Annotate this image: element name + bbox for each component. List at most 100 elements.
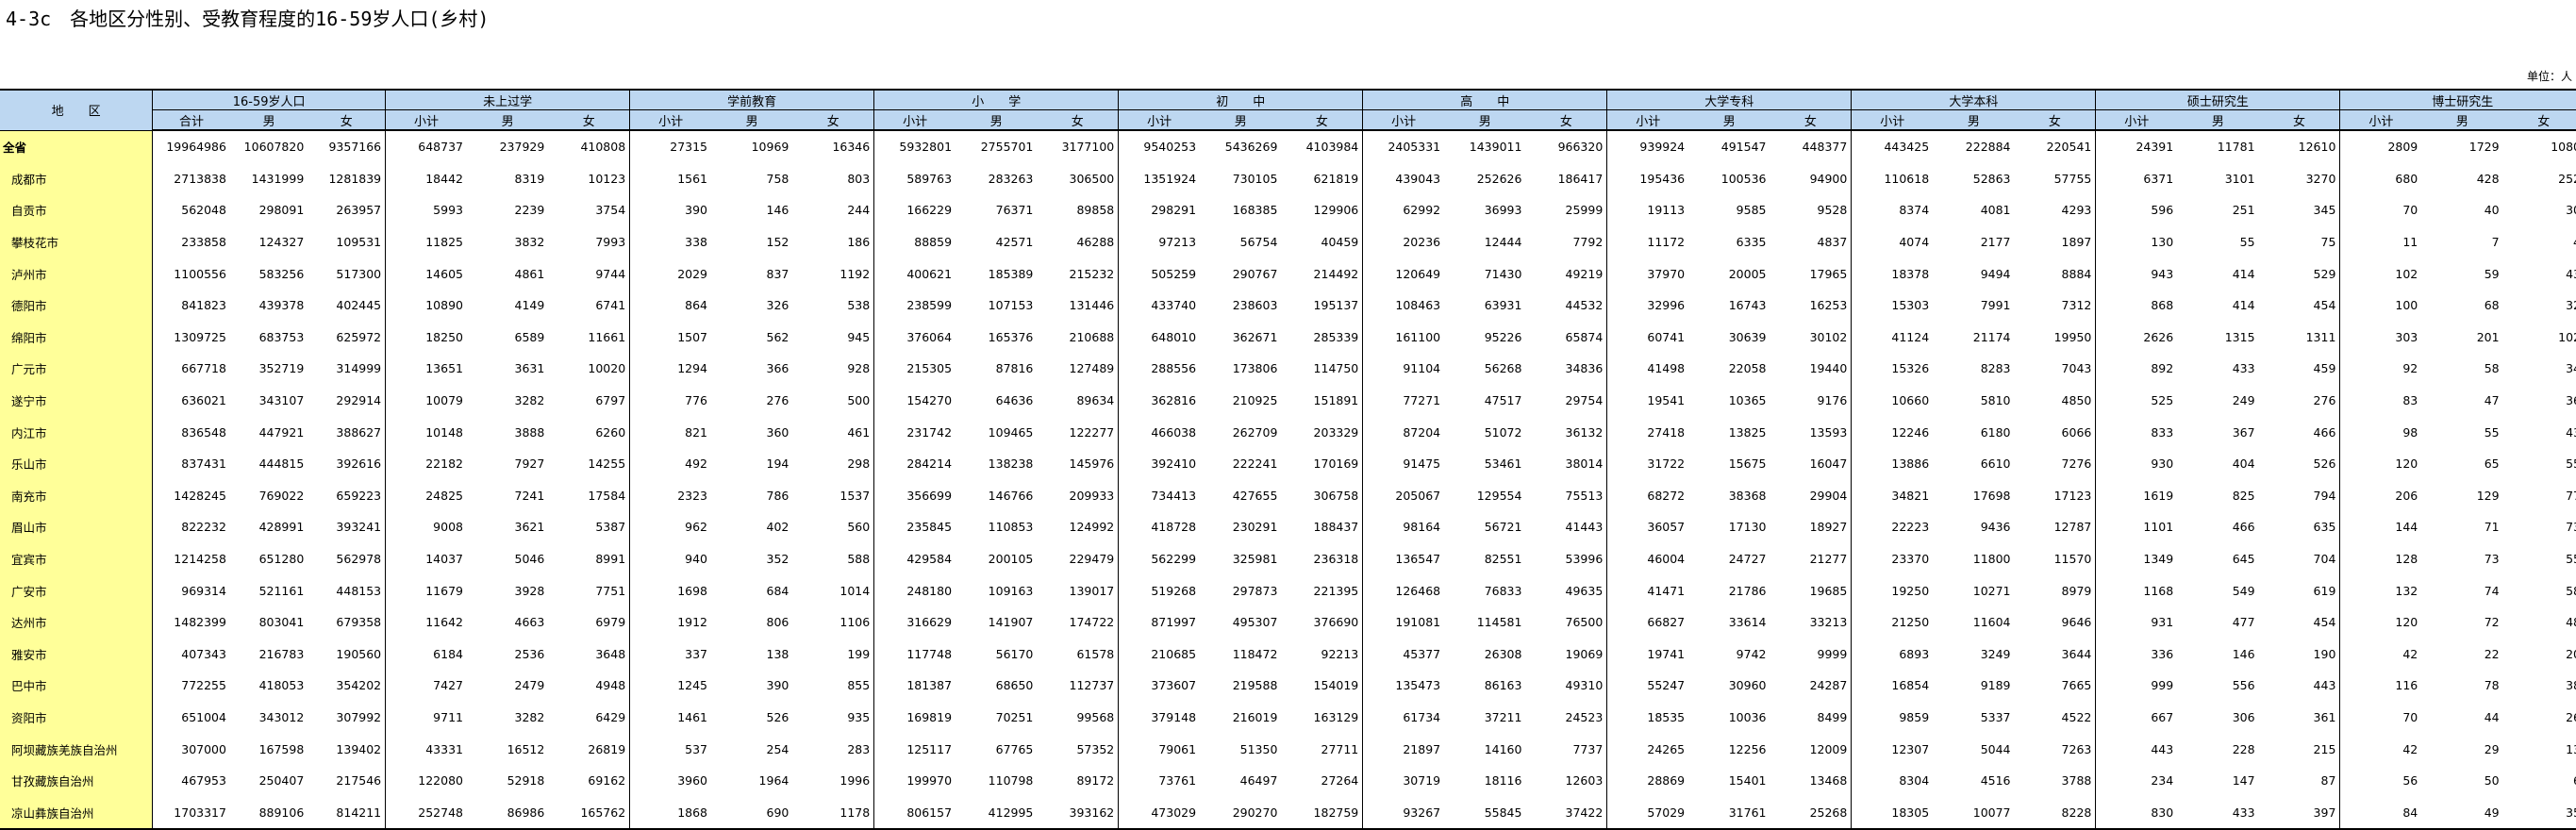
sub-header-female: 女 — [307, 109, 386, 131]
value-cell: 77 — [2566, 488, 2576, 503]
value-cell: 298091 — [258, 203, 305, 218]
value-cell: 16047 — [1809, 456, 1848, 472]
value-cell: 11570 — [2053, 552, 2092, 567]
value-cell: 22223 — [1851, 511, 1934, 543]
value-cell: 252748 — [385, 796, 467, 830]
value-cell: 3888 — [514, 424, 545, 440]
value-cell: 466038 — [1118, 416, 1201, 448]
value-cell: 188437 — [1313, 520, 1359, 535]
value-cell: 939924 — [1606, 130, 1689, 163]
value-cell: 120 — [2339, 606, 2422, 639]
value-cell: 1729 — [2468, 140, 2500, 155]
value-cell: 70 — [2339, 701, 2422, 734]
value-cell: 51350 — [1239, 741, 1278, 756]
value-cell: 57352 — [1076, 741, 1115, 756]
value-cell: 19685 — [1809, 583, 1848, 598]
value-cell: 404 — [2232, 456, 2255, 472]
value-cell: 129554 — [1476, 488, 1522, 503]
value-cell: 343012 — [258, 709, 305, 724]
value-cell: 433 — [2232, 361, 2255, 376]
table-row: 全省 19964986 10607820 9357166 648737 237929 410… — [0, 130, 2576, 163]
value-cell: 7263 — [2061, 741, 2092, 756]
value-cell: 758 — [766, 171, 789, 186]
value-cell: 2536 — [514, 646, 545, 661]
value-cell: 2405331 — [1362, 130, 1445, 163]
value-cell: 659223 — [336, 488, 382, 503]
value-cell: 1507 — [629, 321, 712, 354]
value-cell: 10271 — [1972, 583, 2011, 598]
value-cell: 822232 — [152, 511, 230, 543]
value-cell: 19541 — [1606, 384, 1689, 417]
sub-header-subtotal: 小计 — [2339, 109, 2422, 131]
value-cell: 9859 — [1851, 701, 1934, 734]
region-cell: 雅安市 — [0, 638, 154, 671]
value-cell: 679358 — [336, 615, 382, 630]
value-cell: 388627 — [336, 424, 382, 440]
value-cell: 361 — [2313, 709, 2336, 724]
value-cell: 418728 — [1118, 511, 1201, 543]
value-cell: 139017 — [1069, 583, 1115, 598]
value-cell: 366 — [766, 361, 789, 376]
value-cell: 837 — [766, 266, 789, 281]
value-cell: 4837 — [1817, 235, 1848, 250]
value-cell: 55247 — [1606, 670, 1689, 702]
value-cell: 46004 — [1606, 542, 1689, 575]
value-cell: 392410 — [1118, 447, 1201, 480]
value-cell: 31722 — [1606, 447, 1689, 480]
value-cell: 306758 — [1313, 488, 1359, 503]
value-cell: 52863 — [1972, 171, 2011, 186]
value-cell: 16346 — [832, 140, 871, 155]
value-cell: 297873 — [1232, 583, 1278, 598]
value-cell: 9711 — [385, 701, 467, 734]
value-cell: 11661 — [588, 329, 626, 344]
value-cell: 667 — [2095, 701, 2178, 734]
value-cell: 49 — [2421, 796, 2503, 830]
value-cell: 210925 — [1232, 393, 1278, 408]
value-cell: 10660 — [1851, 384, 1934, 417]
value-cell: 12307 — [1851, 733, 1934, 765]
value-cell: 42571 — [995, 235, 1034, 250]
table-body: 全省 19964986 10607820 9357166 648737 237929 410… — [0, 130, 2576, 830]
value-cell: 3928 — [514, 583, 545, 598]
value-cell: 11 — [2339, 225, 2422, 258]
value-cell: 26819 — [588, 741, 626, 756]
value-cell: 10890 — [385, 289, 467, 322]
value-cell: 4 — [2503, 226, 2576, 258]
value-cell: 32996 — [1606, 289, 1689, 322]
region-cell: 泸州市 — [0, 257, 154, 290]
value-cell: 864 — [629, 289, 712, 322]
value-cell: 30102 — [1809, 329, 1848, 344]
value-cell: 47 — [2484, 393, 2500, 408]
value-cell: 125117 — [873, 733, 956, 765]
value-cell: 141907 — [988, 615, 1034, 630]
value-cell: 26 — [2566, 709, 2576, 724]
value-cell: 6260 — [595, 424, 626, 440]
value-cell: 314999 — [336, 361, 382, 376]
value-cell: 49635 — [1565, 583, 1604, 598]
value-cell: 75 — [2320, 235, 2336, 250]
value-cell: 18378 — [1851, 257, 1934, 290]
value-cell: 8283 — [1980, 361, 2011, 376]
value-cell: 169819 — [873, 701, 956, 734]
value-cell: 138238 — [988, 456, 1034, 472]
value-cell: 82551 — [1484, 552, 1522, 567]
region-cell: 攀枝花市 — [0, 225, 154, 258]
value-cell: 71 — [2484, 520, 2500, 535]
value-cell: 2713838 — [152, 162, 230, 195]
value-cell: 418053 — [258, 678, 305, 693]
value-cell: 806 — [766, 615, 789, 630]
value-cell: 24265 — [1606, 733, 1689, 765]
value-cell: 9744 — [595, 266, 626, 281]
value-cell: 221395 — [1313, 583, 1359, 598]
value-cell: 402445 — [336, 298, 382, 313]
value-cell: 43 — [2566, 424, 2576, 440]
value-cell: 825 — [2232, 488, 2255, 503]
value-cell: 3249 — [1980, 646, 2011, 661]
value-cell: 219588 — [1232, 678, 1278, 693]
value-cell: 3282 — [514, 709, 545, 724]
value-cell: 6429 — [595, 709, 626, 724]
value-cell: 4861 — [514, 266, 545, 281]
value-cell: 935 — [847, 709, 871, 724]
value-cell: 283 — [847, 741, 871, 756]
value-cell: 174722 — [1069, 615, 1115, 630]
